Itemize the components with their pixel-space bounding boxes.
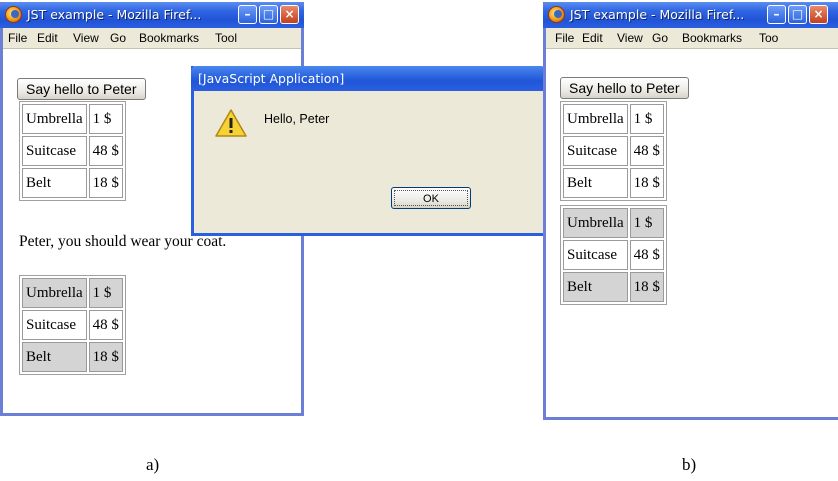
menu-edit[interactable]: Edit [37, 31, 58, 45]
dialog-title-bar[interactable]: [JavaScript Application] [191, 66, 546, 91]
table-row: Suitcase 48 $ [563, 136, 664, 166]
item-price: 1 $ [629, 208, 664, 238]
caption-b: b) [682, 455, 697, 474]
menu-go[interactable]: Go [110, 31, 126, 45]
table-row: Umbrella 1 $ [563, 208, 664, 238]
menu-go[interactable]: Go [652, 31, 668, 45]
item-name: Umbrella [563, 104, 628, 134]
minimize-icon[interactable]: – [767, 5, 786, 24]
dialog-message: Hello, Peter [264, 112, 330, 126]
say-hello-button[interactable]: Say hello to Peter [17, 78, 146, 100]
table-row: Belt 18 $ [22, 342, 123, 372]
maximize-icon[interactable]: □ [259, 5, 278, 24]
table-row: Belt 18 $ [563, 272, 664, 302]
item-price: 48 $ [629, 240, 664, 270]
caption-a: a) [146, 455, 160, 474]
item-price: 18 $ [88, 342, 123, 372]
menu-tools[interactable]: Too [759, 31, 778, 45]
item-name: Suitcase [22, 310, 87, 340]
page-content: Say hello to Peter Umbrella 1 $ Suitcase 4… [546, 49, 838, 417]
menu-bookmarks[interactable]: Bookmarks [139, 31, 199, 45]
table-row: Suitcase 48 $ [563, 240, 664, 270]
firefox-icon [548, 6, 565, 23]
item-name: Umbrella [563, 208, 628, 238]
title-bar[interactable]: JST example - Mozilla Firef... – □ × [0, 2, 304, 28]
say-hello-button[interactable]: Say hello to Peter [560, 77, 689, 99]
item-name: Suitcase [22, 136, 87, 166]
item-price: 1 $ [88, 104, 123, 134]
ok-button[interactable]: OK [391, 187, 471, 209]
close-icon[interactable]: × [280, 5, 299, 24]
table-row: Umbrella 1 $ [563, 104, 664, 134]
item-price: 1 $ [629, 104, 664, 134]
item-name: Belt [22, 342, 87, 372]
item-name: Belt [563, 272, 628, 302]
item-name: Umbrella [22, 104, 87, 134]
javascript-alert-dialog: [JavaScript Application] Hello, Peter OK [191, 66, 546, 236]
items-table-highlighted: Umbrella 1 $ Suitcase 48 $ Belt 18 $ [19, 275, 126, 375]
item-name: Suitcase [563, 136, 628, 166]
item-price: 1 $ [88, 278, 123, 308]
table-row: Suitcase 48 $ [22, 136, 123, 166]
window-title: JST example - Mozilla Firef... [27, 7, 202, 22]
item-price: 18 $ [629, 168, 664, 198]
table-row: Belt 18 $ [22, 168, 123, 198]
menu-bookmarks[interactable]: Bookmarks [682, 31, 742, 45]
browser-window-b: JST example - Mozilla Firef... – □ × Fil… [543, 2, 838, 420]
table-row: Umbrella 1 $ [22, 104, 123, 134]
menu-view[interactable]: View [617, 31, 643, 45]
menu-tools[interactable]: Tool [215, 31, 237, 45]
firefox-icon [5, 6, 22, 23]
minimize-icon[interactable]: – [238, 5, 257, 24]
window-title: JST example - Mozilla Firef... [570, 7, 745, 22]
menu-file[interactable]: File [555, 31, 574, 45]
item-name: Belt [22, 168, 87, 198]
items-table-highlighted: Umbrella 1 $ Suitcase 48 $ Belt 18 $ [560, 205, 667, 305]
table-row: Suitcase 48 $ [22, 310, 123, 340]
item-price: 48 $ [629, 136, 664, 166]
warning-icon [215, 109, 247, 137]
title-bar[interactable]: JST example - Mozilla Firef... – □ × [543, 2, 838, 28]
dialog-title: [JavaScript Application] [198, 71, 345, 86]
menu-file[interactable]: File [8, 31, 27, 45]
items-table: Umbrella 1 $ Suitcase 48 $ Belt 18 $ [560, 101, 667, 201]
menu-edit[interactable]: Edit [582, 31, 603, 45]
item-price: 48 $ [88, 136, 123, 166]
menu-bar: File Edit View Go Bookmarks Tool [3, 28, 301, 49]
item-price: 48 $ [88, 310, 123, 340]
item-price: 18 $ [88, 168, 123, 198]
table-row: Umbrella 1 $ [22, 278, 123, 308]
close-icon[interactable]: × [809, 5, 828, 24]
maximize-icon[interactable]: □ [788, 5, 807, 24]
table-row: Belt 18 $ [563, 168, 664, 198]
items-table: Umbrella 1 $ Suitcase 48 $ Belt 18 $ [19, 101, 126, 201]
item-name: Umbrella [22, 278, 87, 308]
menu-bar: File Edit View Go Bookmarks Too [546, 28, 838, 49]
item-price: 18 $ [629, 272, 664, 302]
item-name: Belt [563, 168, 628, 198]
menu-view[interactable]: View [73, 31, 99, 45]
item-name: Suitcase [563, 240, 628, 270]
